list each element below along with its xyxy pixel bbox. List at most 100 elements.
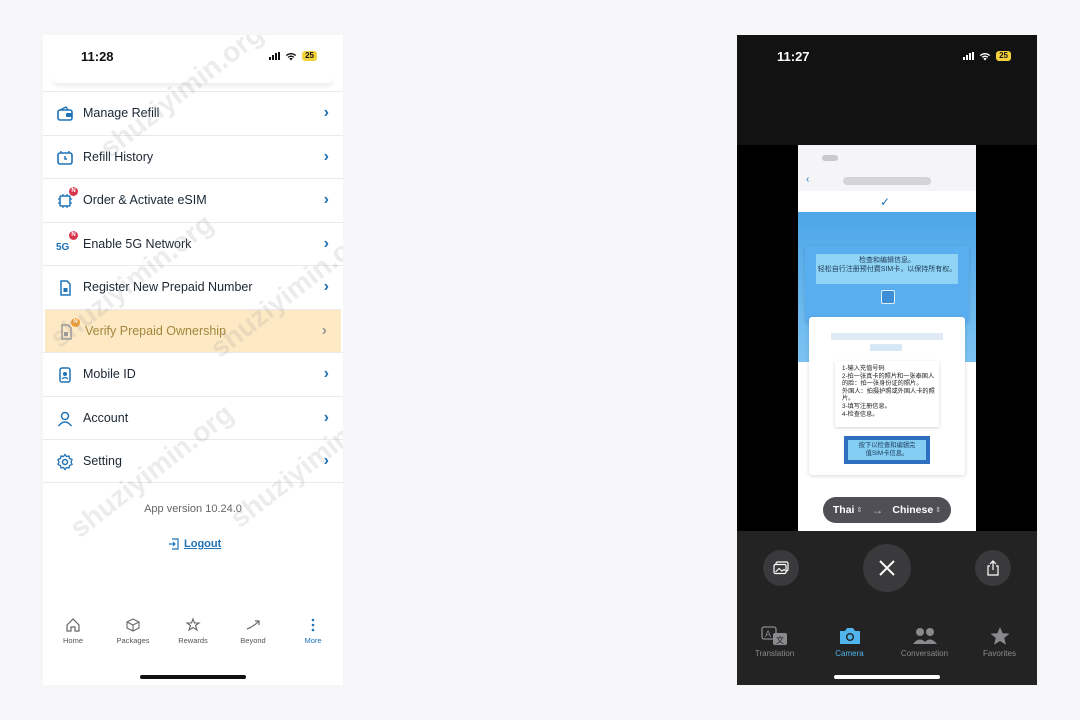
status-icons: 25 (269, 51, 317, 61)
tab-home[interactable]: Home (43, 617, 103, 657)
package-icon (126, 618, 140, 632)
tab-packages[interactable]: Packages (103, 617, 163, 657)
wifi-icon (285, 52, 297, 60)
svg-text:A: A (765, 629, 771, 639)
translated-screenshot: ‹ ✓ 检查和编辑信息。 轻松自行注册预付费SIM卡，以保持所有权。 1-输入充… (798, 145, 976, 531)
logout-icon (169, 538, 179, 550)
menu-label: Verify Prepaid Ownership (85, 323, 227, 338)
hero-text: 检查和编辑信息。 轻松自行注册预付费SIM卡，以保持所有权。 (816, 254, 958, 284)
bottom-tab-bar: A文 Translation Camera Conversation Favor… (737, 609, 1037, 685)
photo-library-button[interactable] (763, 550, 799, 586)
status-bar: 11:28 25 (43, 35, 343, 79)
signal-icon (269, 52, 281, 60)
left-phone-screen: 11:28 25 Manage Refill › Refill History … (43, 35, 343, 685)
status-time: 11:28 (81, 49, 114, 64)
tab-label: Packages (116, 636, 150, 645)
menu-item-enable-5g[interactable]: 5G N Enable 5G Network › (43, 221, 343, 266)
app-version: App version 10.24.0 (144, 503, 242, 515)
share-button[interactable] (975, 550, 1011, 586)
translate-icon: A文 (760, 626, 787, 645)
menu-item-mobile-id[interactable]: Mobile ID › (43, 352, 343, 396)
tab-label: Camera (835, 649, 864, 658)
chevron-right-icon: › (323, 452, 329, 469)
menu-item-setting[interactable]: Setting › (43, 439, 343, 483)
svg-text:5G: 5G (56, 242, 70, 253)
chevron-updown-icon: ⇕ (856, 507, 863, 514)
hero-card: 检查和编辑信息。 轻松自行注册预付费SIM卡，以保持所有权。 (805, 246, 969, 322)
more-dots-icon (311, 618, 315, 632)
battery-icon: 25 (996, 51, 1011, 61)
history-icon (57, 150, 73, 165)
menu-label: Manage Refill (83, 106, 160, 121)
mobile-id-icon (59, 367, 71, 383)
camera-controls (737, 531, 1037, 609)
chevron-right-icon: › (323, 104, 329, 121)
camera-icon (839, 628, 860, 644)
screenshot-status-pill (822, 155, 838, 161)
rewards-icon (185, 617, 201, 632)
chevron-right-icon: › (323, 147, 329, 165)
menu-item-account[interactable]: Account › (43, 395, 343, 440)
right-phone-screen: 11:27 25 ‹ ✓ 检查和编辑信息。 轻松自行注册预付费SIM卡，以保持所… (737, 35, 1037, 685)
svg-text:文: 文 (776, 635, 784, 645)
language-selector: Thai ⇕ → Chinese ⇕ (823, 497, 951, 523)
logout-link[interactable]: Logout (168, 538, 221, 550)
tab-label: More (304, 636, 322, 645)
logout-label: Logout (184, 538, 222, 550)
beyond-icon (246, 620, 260, 630)
cta-text: 按下以检查和编辑完 值SIM卡信息。 (848, 440, 926, 460)
chevron-right-icon: › (323, 278, 329, 295)
target-language-button[interactable]: Chinese (892, 504, 933, 516)
gear-icon (57, 453, 73, 471)
chevron-right-icon: › (323, 365, 329, 382)
home-icon (66, 618, 80, 632)
cta-box: 按下以检查和编辑完 值SIM卡信息。 (844, 436, 930, 464)
tab-favorites[interactable]: Favorites (964, 625, 1036, 685)
menu-label: Mobile ID (83, 367, 136, 382)
more-menu-list: Manage Refill › Refill History › N Order… (43, 91, 343, 483)
steps-text: 1-输入充值号码 2-拍一张真卡的照片和一张泰国人的脸：拍一张身份证的照片。 外… (835, 361, 939, 427)
new-badge: N (71, 317, 80, 327)
home-indicator (140, 675, 246, 679)
chevron-right-icon: › (321, 321, 327, 339)
menu-item-order-esim[interactable]: N Order & Activate eSIM › (43, 178, 343, 222)
menu-item-register-prepaid[interactable]: Register New Prepaid Number › (43, 265, 343, 309)
tab-rewards[interactable]: Rewards (163, 617, 223, 657)
tab-label: Conversation (900, 649, 949, 658)
home-indicator (834, 675, 940, 679)
sim-icon (881, 290, 895, 304)
menu-item-refill-history[interactable]: Refill History › (43, 134, 343, 179)
menu-label: Enable 5G Network (83, 236, 192, 251)
star-icon (990, 627, 1009, 645)
tab-label: Favorites (983, 649, 1016, 658)
pill-underline (856, 525, 918, 527)
close-icon (879, 560, 895, 576)
menu-label: Account (83, 410, 129, 425)
people-icon (912, 628, 937, 644)
tab-translation[interactable]: A文 Translation (739, 625, 811, 685)
new-badge: N (69, 230, 78, 240)
steps-card: 1-输入充值号码 2-拍一张真卡的照片和一张泰国人的脸：拍一张身份证的照片。 外… (809, 317, 965, 475)
source-language-button[interactable]: Thai (833, 504, 855, 516)
tab-beyond[interactable]: Beyond (223, 617, 283, 657)
status-icons: 25 (963, 51, 1011, 61)
menu-label: Setting (83, 453, 122, 468)
back-chevron-icon: ‹ (806, 174, 810, 185)
tab-more[interactable]: More (283, 617, 343, 657)
steps-subtitle (831, 333, 943, 340)
menu-label: Refill History (83, 149, 154, 164)
menu-item-manage-refill[interactable]: Manage Refill › (43, 91, 343, 135)
chevron-right-icon: › (323, 234, 329, 252)
wallet-icon (57, 106, 73, 121)
menu-label: Register New Prepaid Number (83, 280, 253, 295)
close-button[interactable] (863, 544, 911, 592)
bottom-tab-bar: Home Packages Rewards Beyond More (43, 617, 343, 657)
sim-card-icon (60, 280, 71, 296)
menu-item-verify-prepaid[interactable]: N Verify Prepaid Ownership › (45, 308, 341, 352)
steps-button (870, 344, 902, 351)
chevron-right-icon: › (323, 408, 329, 426)
brand-logo-icon: ✓ (880, 195, 891, 209)
photo-library-icon (773, 561, 789, 575)
tab-label: Home (62, 636, 83, 645)
header-shadow (53, 77, 333, 83)
